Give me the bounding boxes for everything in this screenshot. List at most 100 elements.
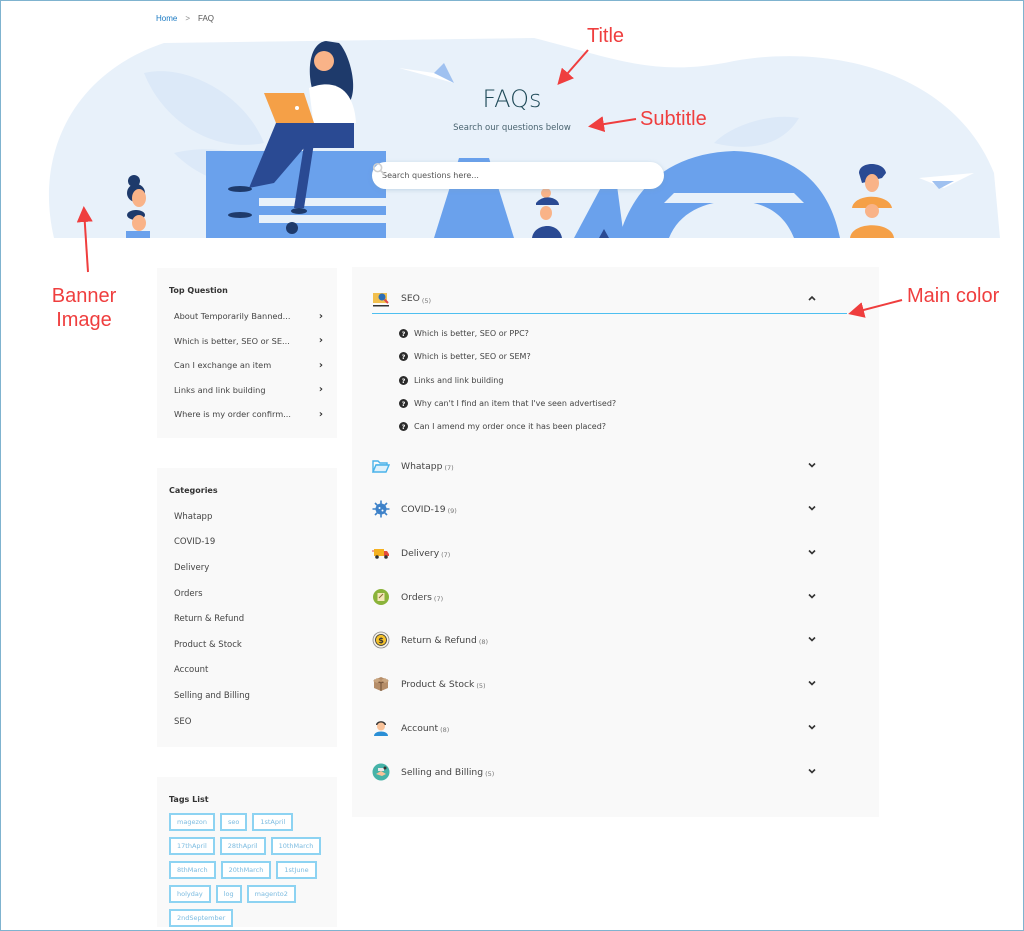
faq-question-text: Which is better, SEO or PPC? xyxy=(414,329,529,338)
search-input[interactable] xyxy=(382,171,654,180)
annotation-title: Title xyxy=(587,25,625,47)
faq-question-text: Links and link building xyxy=(414,376,504,385)
chevron-down-icon[interactable] xyxy=(807,547,817,557)
chevron-right-icon: › xyxy=(318,359,323,371)
faq-category-covid-19[interactable]: COVID-19 (9) xyxy=(372,494,847,524)
handshake-icon xyxy=(372,763,390,781)
sidebar-category-whatapp[interactable]: Whatapp xyxy=(169,504,325,530)
annotation-banner-image: Banner Image xyxy=(51,285,117,331)
faq-category-name: Whatapp xyxy=(401,460,443,472)
chevron-up-icon[interactable] xyxy=(807,293,817,303)
faq-category-name: SEO xyxy=(401,293,420,304)
faq-category-count: (5) xyxy=(476,682,486,690)
sidebar-category-covid-19[interactable]: COVID-19 xyxy=(169,530,325,556)
faq-category-selling-billing[interactable]: Selling and Billing (5) xyxy=(372,757,847,787)
chevron-down-icon[interactable] xyxy=(807,678,817,688)
banner-title: FAQs xyxy=(482,85,542,113)
top-question-item[interactable]: About Temporarily Banned... › xyxy=(169,304,325,329)
tag[interactable]: 20thMarch xyxy=(220,861,272,879)
top-question-block: Top Question About Temporarily Banned...… xyxy=(157,268,337,438)
sidebar-category-product-stock[interactable]: Product & Stock xyxy=(169,632,325,658)
faq-question[interactable]: ? Which is better, SEO or SEM? xyxy=(399,352,531,361)
sidebar-category-return-refund[interactable]: Return & Refund xyxy=(169,606,325,632)
faq-category-return-refund[interactable]: $ Return & Refund (8) xyxy=(372,625,847,655)
faq-question[interactable]: ? Can I amend my order once it has been p… xyxy=(399,422,606,431)
user-icon xyxy=(372,719,390,737)
faq-category-name: Product & Stock xyxy=(401,678,475,690)
question-circle-icon: ? xyxy=(399,376,408,385)
search-icon[interactable] xyxy=(372,162,386,176)
faq-category-count: (9) xyxy=(447,507,457,515)
question-circle-icon: ? xyxy=(399,352,408,361)
chevron-down-icon[interactable] xyxy=(807,766,817,776)
faq-category-name: Orders xyxy=(401,591,432,603)
faq-category-count: (5) xyxy=(485,770,495,778)
faq-category-count: (8) xyxy=(440,726,450,734)
tag[interactable]: holyday xyxy=(169,885,211,903)
breadcrumb-home-link[interactable]: Home xyxy=(156,14,177,23)
categories-title: Categories xyxy=(169,486,218,495)
faq-category-count: (5) xyxy=(421,296,432,305)
chevron-down-icon[interactable] xyxy=(807,503,817,513)
tag[interactable]: log xyxy=(215,885,242,903)
tag[interactable]: 8thMarch xyxy=(169,861,216,879)
dollar-coin-icon: $ xyxy=(372,631,390,649)
faq-category-count: (7) xyxy=(441,551,451,559)
box-icon xyxy=(372,675,390,693)
faq-category-count: (7) xyxy=(433,595,444,603)
faq-question[interactable]: ? Links and link building xyxy=(399,376,503,385)
question-circle-icon: ? xyxy=(399,422,408,431)
top-question-item[interactable]: Can I exchange an item › xyxy=(169,353,325,378)
faq-category-account[interactable]: Account (8) xyxy=(372,713,847,743)
tag[interactable]: magezon xyxy=(169,813,215,831)
faq-category-name: Return & Refund xyxy=(401,634,477,646)
chevron-right-icon: › xyxy=(318,335,323,347)
chevron-down-icon[interactable] xyxy=(807,722,817,732)
chevron-down-icon[interactable] xyxy=(807,460,817,470)
faq-question-text: Can I amend my order once it has been pl… xyxy=(414,422,607,431)
banner-illustration xyxy=(48,38,1001,238)
top-question-label: Links and link building xyxy=(174,384,266,395)
search-bar xyxy=(372,162,664,189)
tag[interactable]: 10thMarch xyxy=(270,837,322,855)
top-question-item[interactable]: Which is better, SEO or SE... › xyxy=(169,329,325,354)
tags-list: magezon seo 1stApril 17thApril 28thApril… xyxy=(169,813,325,927)
faq-question[interactable]: ? Which is better, SEO or PPC? xyxy=(399,329,529,338)
faq-category-product-stock[interactable]: Product & Stock (5) xyxy=(372,669,847,699)
tags-title: Tags List xyxy=(169,795,209,804)
faq-category-name: Delivery xyxy=(401,547,440,559)
tags-block: Tags List magezon seo 1stApril 17thApril… xyxy=(157,777,337,927)
top-question-label: Can I exchange an item xyxy=(174,360,272,371)
order-note-icon xyxy=(372,588,390,606)
chevron-down-icon[interactable] xyxy=(807,591,817,601)
sidebar-category-seo[interactable]: SEO xyxy=(169,709,325,735)
tag[interactable]: 1stApril xyxy=(252,813,294,831)
faq-category-delivery[interactable]: Delivery (7) xyxy=(372,538,847,568)
top-question-label: About Temporarily Banned... xyxy=(174,311,291,322)
tag[interactable]: seo xyxy=(219,813,248,831)
top-question-item[interactable]: Links and link building › xyxy=(169,378,325,403)
sidebar-category-account[interactable]: Account xyxy=(169,658,325,684)
top-question-item[interactable]: Where is my order confirm... › xyxy=(169,402,325,427)
top-question-label: Which is better, SEO or SE... xyxy=(174,335,290,346)
chevron-right-icon: › xyxy=(318,310,323,322)
top-question-label: Where is my order confirm... xyxy=(174,409,292,420)
faq-category-whatapp[interactable]: Whatapp (7) xyxy=(372,451,847,481)
faq-question[interactable]: ? Why can't I find an item that I've seen… xyxy=(399,399,616,408)
faq-category-orders[interactable]: Orders (7) xyxy=(372,582,847,612)
sidebar-category-orders[interactable]: Orders xyxy=(169,581,325,607)
tag[interactable]: 17thApril xyxy=(169,837,215,855)
tag[interactable]: 2ndSeptember xyxy=(169,909,234,927)
faq-question-text: Which is better, SEO or SEM? xyxy=(414,352,531,361)
sidebar-category-delivery[interactable]: Delivery xyxy=(169,555,325,581)
tag[interactable]: magento2 xyxy=(246,885,296,903)
breadcrumb-separator-icon: > xyxy=(185,14,191,23)
breadcrumb-current: FAQ xyxy=(198,14,215,23)
faq-category-seo[interactable]: SEO (5) xyxy=(372,284,847,314)
sidebar-category-selling-billing[interactable]: Selling and Billing xyxy=(169,683,325,709)
faq-question-text: Why can't I find an item that I've seen … xyxy=(414,399,617,408)
tag[interactable]: 1stJune xyxy=(276,861,317,879)
chevron-down-icon[interactable] xyxy=(807,634,817,644)
breadcrumb: Home > FAQ xyxy=(156,14,214,23)
tag[interactable]: 28thApril xyxy=(219,837,266,855)
